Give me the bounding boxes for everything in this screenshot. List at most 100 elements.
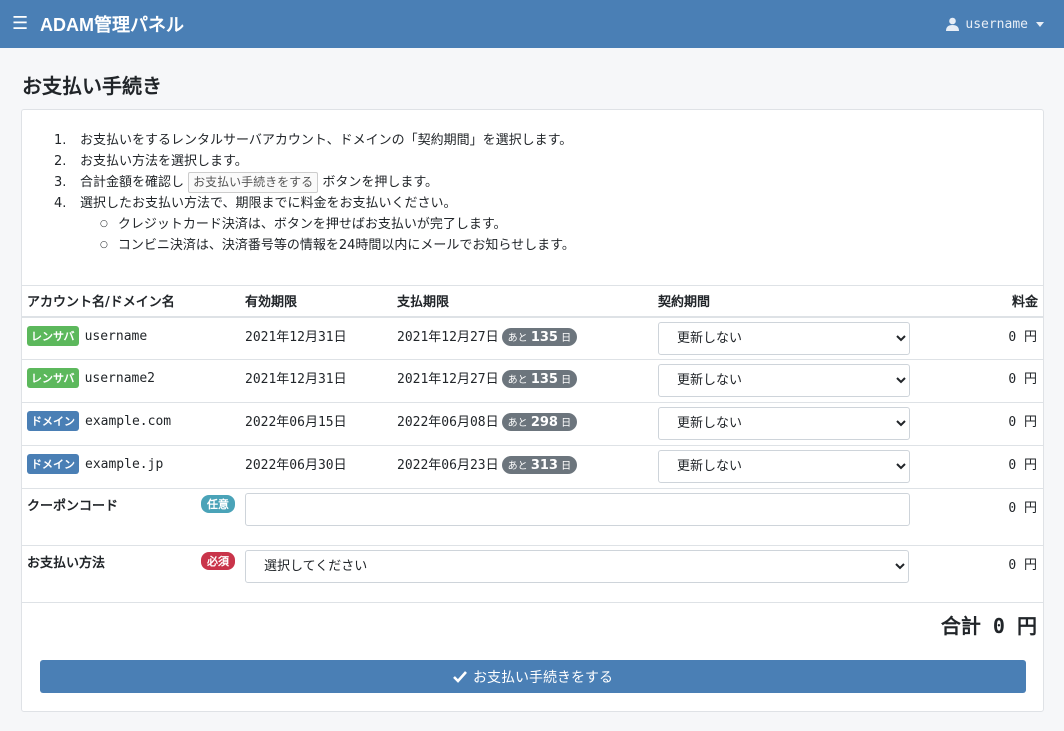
days-remaining-badge: あと 313 日 <box>501 456 578 474</box>
due-cell: 2021年12月27日 あと 135 日 <box>392 316 653 360</box>
step-text: ボタンを押します。 <box>322 175 439 190</box>
contract-period-select[interactable]: 更新しない <box>658 450 910 483</box>
optional-badge: 任意 <box>201 495 235 513</box>
due-cell: 2022年06月08日 あと 298 日 <box>392 402 653 446</box>
step-text: お支払いをするレンタルサーバアカウント、ドメインの「契約期間」を選択します。 <box>80 133 573 148</box>
contract-period-select[interactable]: 更新しない <box>658 321 910 355</box>
expiry-date: 2022年06月30日 <box>240 445 392 489</box>
coupon-row: クーポンコード 任意 0 円 <box>22 488 1043 546</box>
remain-prefix: あと <box>507 418 528 429</box>
step-number: 2. <box>54 154 67 169</box>
payment-card: 1. お支払いをするレンタルサーバアカウント、ドメインの「契約期間」を選択します。… <box>21 109 1044 712</box>
table-row: ドメイン example.jp 2022年06月30日 2022年06月23日 あと… <box>22 445 1043 489</box>
days-remaining-badge: あと 135 日 <box>501 327 578 346</box>
step-number: 1. <box>54 133 67 148</box>
remain-days: 313 <box>530 458 558 473</box>
payment-method-select[interactable]: 選択してください <box>245 550 909 583</box>
total-unit: 円 <box>1017 614 1037 638</box>
step-number: 3. <box>54 175 67 190</box>
table-row: レンサバ username2 2021年12月31日 2021年12月27日 あと … <box>22 359 1043 403</box>
step-text: 選択したお支払い方法で、期限までに料金をお支払いください。 <box>80 196 457 211</box>
col-header: 有効期限 <box>240 285 392 318</box>
menu-icon[interactable]: ☰ <box>12 15 34 33</box>
page-title: お支払い手続き <box>22 76 162 98</box>
account-name: username2 <box>84 371 156 386</box>
user-icon <box>946 17 960 31</box>
coupon-input-cell <box>240 488 915 546</box>
col-header: アカウント名/ドメイン名 <box>22 285 240 318</box>
period-cell: 更新しない <box>653 316 915 360</box>
substep-text: クレジットカード決済は、ボタンを押せばお支払いが完了します。 <box>117 217 507 232</box>
account-name: example.com <box>85 414 172 429</box>
remain-suffix: 日 <box>561 332 572 344</box>
payment-label-cell: お支払い方法 必須 <box>22 545 240 603</box>
period-cell: 更新しない <box>653 445 915 489</box>
fee: 0 円 <box>915 402 1043 446</box>
remain-prefix: あと <box>507 461 528 472</box>
instructions: 1. お支払いをするレンタルサーバアカウント、ドメインの「契約期間」を選択します。… <box>22 110 1043 256</box>
contract-period-select[interactable]: 更新しない <box>658 364 910 397</box>
billing-table: アカウント名/ドメイン名 有効期限 支払期限 契約期間 料金 レンサバ usern… <box>22 285 1043 603</box>
step-3: 3. 合計金額を確認し お支払い手続きをする ボタンを押します。 <box>54 172 1043 193</box>
user-menu[interactable]: username <box>946 17 1044 32</box>
type-badge: ドメイン <box>27 454 79 474</box>
coupon-fee: 0 円 <box>915 488 1043 546</box>
remain-days: 298 <box>530 415 558 430</box>
fee: 0 円 <box>915 359 1043 403</box>
caret-down-icon <box>1036 21 1044 27</box>
inline-button-label: お支払い手続きをする <box>188 172 319 193</box>
payment-select-cell: 選択してください <box>240 545 915 603</box>
substep: ○ コンビニ決済は、決済番号等の情報を24時間以内にメールでお知らせします。 <box>54 235 1043 256</box>
remain-suffix: 日 <box>561 375 572 386</box>
expiry-date: 2022年06月15日 <box>240 402 392 446</box>
type-badge: レンサバ <box>27 368 79 388</box>
col-header: 契約期間 <box>653 285 915 318</box>
total-amount: 0 <box>992 614 1005 638</box>
username: username <box>965 16 1028 32</box>
submit-label: お支払い手続きをする <box>473 668 613 685</box>
remain-days: 135 <box>530 329 558 345</box>
remain-days: 135 <box>530 372 558 387</box>
due-cell: 2022年06月23日 あと 313 日 <box>392 445 653 489</box>
due-date: 2022年06月08日 <box>397 415 499 430</box>
account-name: example.jp <box>85 457 164 472</box>
required-badge: 必須 <box>201 552 235 570</box>
step-number: 4. <box>54 196 67 211</box>
payment-row: お支払い方法 必須 選択してください 0 円 <box>22 545 1043 603</box>
coupon-input[interactable] <box>245 493 910 526</box>
app-title[interactable]: ADAM管理パネル <box>40 11 184 37</box>
type-badge: レンサバ <box>27 325 79 346</box>
remain-prefix: あと <box>507 332 528 344</box>
step-4: 4. 選択したお支払い方法で、期限までに料金をお支払いください。 <box>54 193 1043 214</box>
navbar: ☰ ADAM管理パネル username <box>0 0 1064 48</box>
due-date: 2021年12月27日 <box>397 329 499 345</box>
step-text: お支払い方法を選択します。 <box>80 154 248 169</box>
fee: 0 円 <box>915 316 1043 360</box>
remain-suffix: 日 <box>561 418 572 429</box>
account-name: username <box>84 328 148 344</box>
expiry-date: 2021年12月31日 <box>240 316 392 360</box>
period-cell: 更新しない <box>653 402 915 446</box>
remain-suffix: 日 <box>561 461 572 472</box>
submit-payment-button[interactable]: お支払い手続きをする <box>40 660 1026 693</box>
step-text: 合計金額を確認し <box>80 175 185 190</box>
table-row: レンサバ username 2021年12月31日 2021年12月27日 あと 1… <box>22 316 1043 360</box>
col-header: 支払期限 <box>392 285 653 318</box>
coupon-label: クーポンコード <box>27 499 119 514</box>
name-cell: ドメイン example.jp <box>22 445 240 489</box>
contract-period-select[interactable]: 更新しない <box>658 407 910 440</box>
bullet-icon: ○ <box>100 219 108 229</box>
remain-prefix: あと <box>507 375 528 386</box>
substep: ○ クレジットカード決済は、ボタンを押せばお支払いが完了します。 <box>54 214 1043 235</box>
check-icon <box>453 670 467 683</box>
due-cell: 2021年12月27日 あと 135 日 <box>392 359 653 403</box>
total: 合計 0 円 <box>941 610 1037 639</box>
payment-fee: 0 円 <box>915 545 1043 603</box>
name-cell: レンサバ username2 <box>22 359 240 403</box>
total-label: 合計 <box>940 614 981 638</box>
name-cell: レンサバ username <box>22 316 240 360</box>
days-remaining-badge: あと 135 日 <box>501 370 578 388</box>
payment-label: お支払い方法 <box>27 556 106 571</box>
coupon-label-cell: クーポンコード 任意 <box>22 488 240 546</box>
type-badge: ドメイン <box>27 411 79 431</box>
